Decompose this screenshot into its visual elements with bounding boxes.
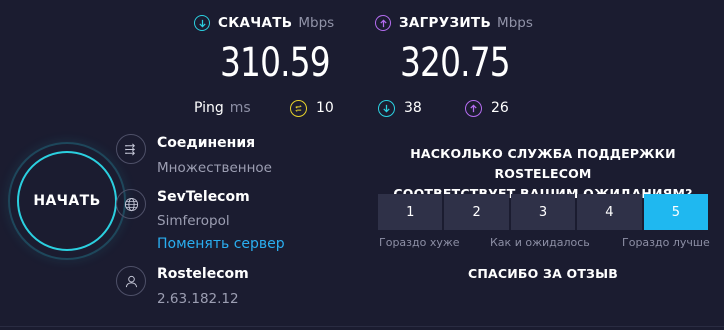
arrow-down-circle-icon xyxy=(378,99,395,117)
upload-header: ЗАГРУЗИТЬ Mbps xyxy=(375,12,533,34)
ping-upload: 26 xyxy=(465,98,509,118)
rating-button-1[interactable]: 1 xyxy=(378,194,443,230)
go-button[interactable]: НАЧАТЬ xyxy=(17,151,117,251)
ping-upload-value: 26 xyxy=(491,100,509,116)
arrow-up-circle-icon xyxy=(465,99,482,117)
provider-name: Rostelecom xyxy=(157,266,249,282)
ping-download: 38 xyxy=(378,98,422,118)
connections-value[interactable]: Множественное xyxy=(157,160,272,176)
survey-question-line1: НАСКОЛЬКО СЛУЖБА ПОДДЕРЖКИ ROSTELECOM xyxy=(410,146,676,181)
bottom-divider xyxy=(0,326,724,327)
arrow-down-circle-icon xyxy=(194,15,210,31)
rating-label-low: Гораздо хуже xyxy=(379,236,460,249)
download-value: 310.59 xyxy=(220,40,331,86)
upload-metric: ЗАГРУЗИТЬ Mbps xyxy=(375,12,533,34)
download-label: СКАЧАТЬ xyxy=(218,15,293,31)
download-metric: СКАЧАТЬ Mbps xyxy=(194,12,334,34)
rating-scale: 1 2 3 4 5 xyxy=(378,194,709,230)
ping-jitter: 10 xyxy=(290,98,334,118)
connections-icon xyxy=(116,134,146,164)
download-unit: Mbps xyxy=(298,15,335,31)
rating-label-mid: Как и ожидалось xyxy=(490,236,590,249)
ping-jitter-value: 10 xyxy=(316,100,334,116)
provider-ip: 2.63.182.12 xyxy=(157,291,239,307)
download-header: СКАЧАТЬ Mbps xyxy=(194,12,334,34)
survey-thanks: СПАСИБО ЗА ОТЗЫВ xyxy=(467,266,619,281)
upload-value: 320.75 xyxy=(400,40,511,86)
jitter-icon xyxy=(290,99,307,117)
ping-label-group: Ping ms xyxy=(194,98,251,118)
ping-download-value: 38 xyxy=(404,100,422,116)
rating-button-3[interactable]: 3 xyxy=(510,194,576,230)
change-server-link[interactable]: Поменять сервер xyxy=(157,236,285,252)
upload-label: ЗАГРУЗИТЬ xyxy=(399,15,492,31)
globe-icon xyxy=(116,189,146,219)
rating-button-5[interactable]: 5 xyxy=(643,194,709,230)
arrow-up-circle-icon xyxy=(375,15,391,31)
connections-title: Соединения xyxy=(157,135,256,151)
rating-button-2[interactable]: 2 xyxy=(444,194,509,230)
upload-unit: Mbps xyxy=(497,15,533,31)
ping-label: Ping xyxy=(194,100,224,116)
rating-button-4[interactable]: 4 xyxy=(577,194,642,230)
user-icon xyxy=(116,266,146,296)
rating-label-high: Гораздо лучше xyxy=(622,236,710,249)
server-name: SevTelecom xyxy=(157,189,250,205)
ping-unit: ms xyxy=(229,100,251,116)
server-location: Simferopol xyxy=(157,213,230,229)
